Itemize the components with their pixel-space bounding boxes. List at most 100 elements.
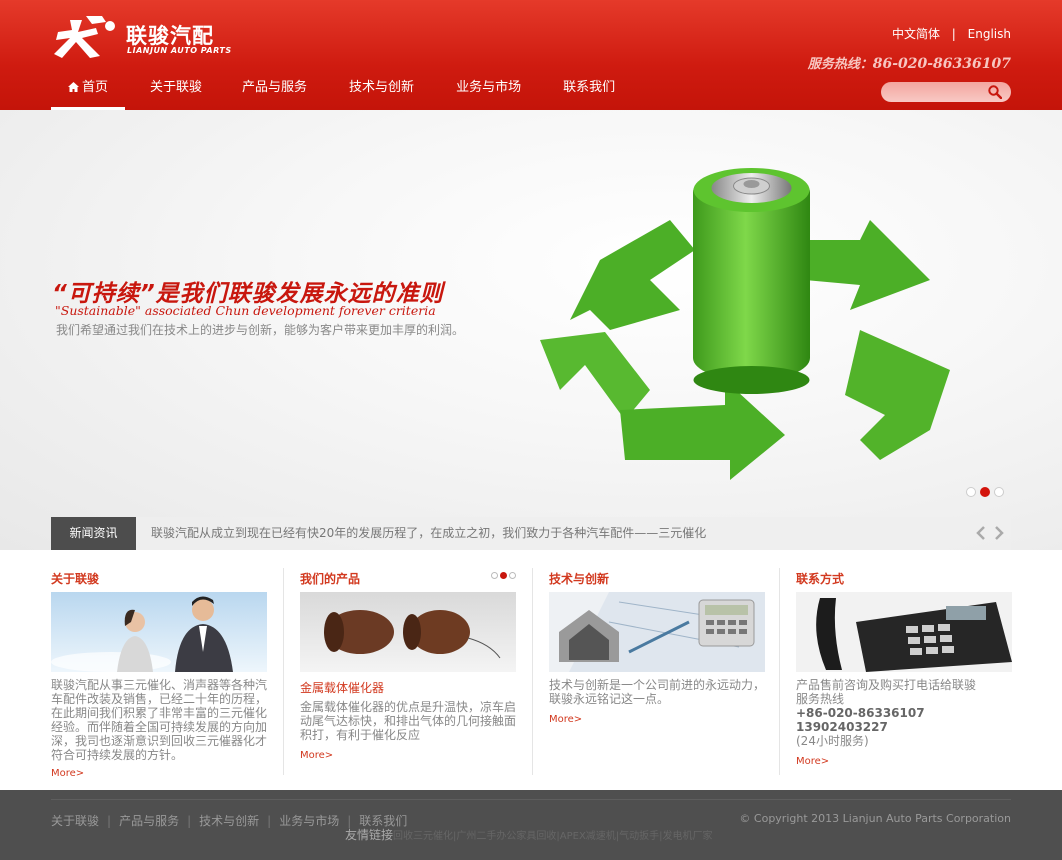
footer-link[interactable]: 业务与市场 (279, 814, 339, 828)
banner-description: 我们希望通过我们在技术上的进步与创新，能够为客户带来更加丰厚的利润。 (56, 323, 465, 337)
product-line: 金属载体催化器的优点是升温快，凉车启 (300, 700, 517, 714)
lang-en-link[interactable]: English (968, 27, 1011, 41)
slider-dot[interactable] (966, 487, 976, 497)
hotline-label: 服务热线： (807, 57, 873, 72)
section-title[interactable]: 技术与创新 (549, 570, 765, 587)
friend-links-list[interactable]: 回收三元催化|广州二手办公家具回收|APEX减速机|气动扳手|发电机厂家 (393, 831, 713, 842)
nav-item-label: 产品与服务 (242, 80, 308, 95)
recycle-battery-illustration (540, 168, 950, 480)
slider-pagination (966, 487, 1004, 497)
product-line: 动尾气达标快，和排出气体的几何接触面 (300, 714, 517, 728)
footer-link[interactable]: 技术与创新 (199, 814, 259, 828)
product-text: 金属载体催化器的优点是升温快，凉车启 动尾气达标快，和排出气体的几何接触面 积打… (300, 700, 518, 742)
nav-item-label: 联系我们 (563, 80, 616, 95)
home-icon (68, 82, 79, 92)
search-box (881, 82, 1011, 102)
about-more-link[interactable]: More> (51, 768, 84, 776)
nav-item-contact[interactable]: 联系我们 (546, 76, 632, 110)
footer-divider (51, 799, 1011, 800)
lang-separator: | (951, 27, 956, 41)
copyright: © Copyright 2013 Lianjun Auto Parts Corp… (739, 812, 1011, 825)
nav-item-about[interactable]: 关于联骏 (133, 76, 219, 110)
nav-item-label: 首页 (82, 80, 109, 95)
separator: | (107, 814, 112, 828)
header: 联骏汽配 LIANJUN AUTO PARTS 中文简体 | English 服… (0, 0, 1062, 110)
slider-dot-active[interactable] (500, 572, 507, 579)
nav-item-label: 关于联骏 (150, 80, 203, 95)
about-line: 符合可持续发展的方针。 (51, 748, 184, 762)
contact-more-link[interactable]: More> (796, 756, 829, 767)
slider-dot-active[interactable] (980, 487, 990, 497)
main-nav: 首页 关于联骏 产品与服务 技术与创新 业务与市场 联系我们 (51, 76, 632, 110)
about-line: 在此期间我们积累了非常丰富的三元催化 (51, 706, 268, 720)
chevron-left-icon[interactable] (975, 525, 987, 541)
product-line: 积打，有利于催化反应 (300, 728, 421, 742)
nav-item-home[interactable]: 首页 (51, 76, 126, 110)
brand-name-en: LIANJUN AUTO PARTS (127, 46, 232, 55)
contact-text: 产品售前咨询及购买打电话给联骏 服务热线 +86-020-86336107 13… (796, 678, 1014, 748)
about-section: 关于联骏 联骏汽配从事三元催化、消声器等各种汽 车配件改装及销售，已经二十年的历… (51, 570, 269, 776)
tech-line: 技术与创新是一个公司前进的永远动力， (549, 678, 766, 692)
section-title[interactable]: 我们的产品 (300, 570, 516, 587)
contact-section: 联系方式 产品售前咨询及购买打电话给联骏 服务热线 +86-020-863361… (796, 570, 1012, 775)
column-divider (779, 568, 780, 775)
products-more-link[interactable]: More> (300, 750, 333, 761)
hotline-number: 86-020-86336107 (872, 56, 1011, 72)
contact-hours: (24小时服务) (796, 734, 869, 748)
nav-item-products[interactable]: 产品与服务 (225, 76, 324, 110)
friend-links: 友情链接回收三元催化|广州二手办公家具回收|APEX减速机|气动扳手|发电机厂家 (345, 826, 713, 843)
news-tag: 新闻资讯 (51, 517, 136, 550)
contact-mobile: 13902403227 (796, 720, 888, 734)
hero-banner: “可持续”是我们联骏发展永远的准则 "Sustainable" associat… (0, 110, 1062, 550)
footer-link[interactable]: 产品与服务 (119, 814, 179, 828)
slider-dot[interactable] (509, 572, 516, 579)
column-divider (283, 568, 284, 775)
banner-subline: "Sustainable" associated Chun developmen… (55, 303, 436, 318)
about-line: 深，我司也逐渐意识到回收三元催器化才 (51, 734, 268, 748)
contact-line: 产品售前咨询及购买打电话给联骏 (796, 678, 977, 692)
nav-item-label: 业务与市场 (456, 80, 522, 95)
product-image (300, 592, 516, 672)
nav-item-market[interactable]: 业务与市场 (439, 76, 538, 110)
search-input[interactable] (889, 84, 985, 100)
nav-item-tech[interactable]: 技术与创新 (332, 76, 431, 110)
section-title[interactable]: 联系方式 (796, 570, 1012, 587)
logo-mark-icon (54, 16, 115, 58)
product-name[interactable]: 金属载体催化器 (300, 679, 384, 696)
tech-more-link[interactable]: More> (549, 714, 582, 725)
footer: 关于联骏 | 产品与服务 | 技术与创新 | 业务与市场 | 联系我们 友情链接回收三元催化|广… (0, 790, 1062, 860)
section-title[interactable]: 关于联骏 (51, 570, 267, 587)
content-columns: 关于联骏 联骏汽配从事三元催化、消声器等各种汽 车配件改装及销售，已经二十年的历… (0, 550, 1062, 790)
friend-links-label: 友情链接 (345, 828, 394, 842)
tech-section: 技术与创新 技术与创新是一个公司前进的永远动力， 联骏永远铭记这一点。 More… (549, 570, 765, 775)
news-ticker: 新闻资讯 联骏汽配从成立到现在已经有快20年的发展历程了，在成立之初，我们致力于… (51, 517, 1011, 550)
separator: | (187, 814, 192, 828)
search-icon[interactable] (988, 85, 1002, 99)
about-line: 经验。而伴随着全国可持续发展的方向加 (51, 720, 268, 734)
separator: | (267, 814, 272, 828)
contact-line: 服务热线 (796, 692, 845, 706)
products-section: 我们的产品 金属载体催化器 金属载体催化器的优点是升温快，凉车启 动尾气达标快，… (300, 570, 516, 775)
nav-item-label: 技术与创新 (349, 80, 415, 95)
language-switcher: 中文简体 | English (892, 25, 1011, 42)
tech-line: 联骏永远铭记这一点。 (549, 692, 670, 706)
news-text[interactable]: 联骏汽配从成立到现在已经有快20年的发展历程了，在成立之初，我们致力于各种汽车配… (151, 517, 706, 550)
chevron-right-icon[interactable] (993, 525, 1005, 541)
footer-link[interactable]: 关于联骏 (51, 814, 99, 828)
hotline: 服务热线：86-020-86336107 (808, 53, 1011, 72)
logo[interactable]: 联骏汽配 LIANJUN AUTO PARTS (52, 14, 231, 64)
news-arrows (975, 525, 1005, 541)
products-slider-dots (491, 572, 516, 579)
tech-image (549, 592, 765, 672)
about-line: 联骏汽配从事三元催化、消声器等各种汽 (51, 678, 268, 692)
about-image (51, 592, 267, 672)
lang-cn-link[interactable]: 中文简体 (892, 25, 940, 42)
about-line: 车配件改装及销售，已经二十年的历程， (51, 692, 268, 706)
tech-text: 技术与创新是一个公司前进的永远动力， 联骏永远铭记这一点。 (549, 678, 767, 706)
slider-dot[interactable] (491, 572, 498, 579)
column-divider (532, 568, 533, 775)
contact-image (796, 592, 1012, 672)
about-text: 联骏汽配从事三元催化、消声器等各种汽 车配件改装及销售，已经二十年的历程， 在此… (51, 678, 269, 762)
slider-dot[interactable] (994, 487, 1004, 497)
contact-phone: +86-020-86336107 (796, 706, 925, 720)
